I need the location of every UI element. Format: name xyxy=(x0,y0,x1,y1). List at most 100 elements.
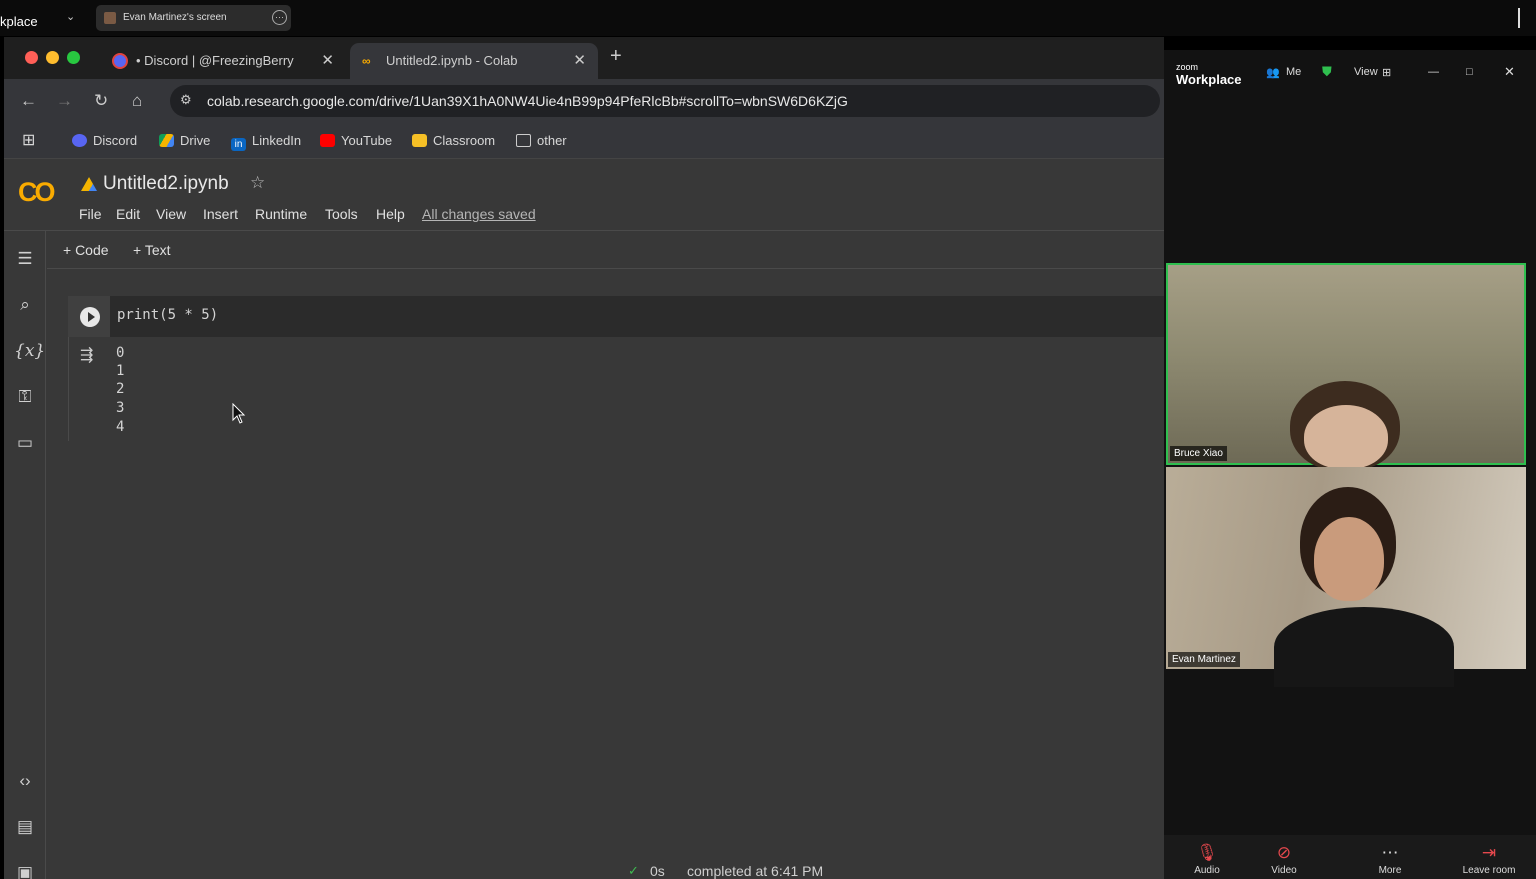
site-info-icon[interactable]: ⚙ xyxy=(180,92,192,108)
cell-toolbar: + Code + Text xyxy=(47,231,1164,269)
variables-icon[interactable]: {x} xyxy=(14,341,45,361)
close-window-button[interactable] xyxy=(25,51,38,64)
colab-header: CO Untitled2.ipynb ☆ File Edit View Inse… xyxy=(4,159,1164,231)
tab-discord[interactable]: • Discord | @FreezingBerry ✕ xyxy=(100,43,346,79)
star-icon[interactable]: ☆ xyxy=(250,173,265,193)
apps-grid-icon[interactable]: ⊞ xyxy=(22,130,35,150)
maximize-window-button[interactable] xyxy=(67,51,80,64)
video-tile-evan-martinez[interactable]: Evan Martinez xyxy=(1166,467,1526,687)
status-bar: ✓ 0s completed at 6:41 PM xyxy=(4,859,1164,879)
discord-icon xyxy=(72,134,87,147)
menu-help[interactable]: Help xyxy=(376,206,405,222)
menu-view[interactable]: View xyxy=(156,206,186,222)
files-folder-icon[interactable]: ▭ xyxy=(14,433,36,453)
colab-page: CO Untitled2.ipynb ☆ File Edit View Inse… xyxy=(4,159,1164,879)
back-icon[interactable]: ← xyxy=(20,91,37,111)
address-bar[interactable]: ⚙ colab.research.google.com/drive/1Uan39… xyxy=(170,85,1160,117)
share-label: Evan Martinez's screen xyxy=(123,12,227,23)
meeting-controls: 🎙 Audio ⊘ Video ⋯ More ⇥ Leave room xyxy=(1164,835,1536,879)
leave-icon: ⇥ xyxy=(1481,843,1497,862)
tab-colab[interactable]: ∞ Untitled2.ipynb - Colab ✕ xyxy=(350,43,598,79)
video-tile-bruce-xiao[interactable]: Bruce Xiao xyxy=(1166,263,1526,471)
discord-icon xyxy=(112,53,128,69)
grid-icon[interactable]: ⊞ xyxy=(1382,66,1391,79)
divider xyxy=(1518,8,1520,28)
folder-icon xyxy=(516,134,531,147)
audio-button[interactable]: 🎙 Audio xyxy=(1177,843,1237,876)
zoom-logo: zoom Workplace xyxy=(1176,62,1242,87)
cell-output xyxy=(68,337,1164,441)
execution-time: 0s xyxy=(650,863,665,879)
home-icon[interactable]: ⌂ xyxy=(132,91,142,111)
output-line: 3 xyxy=(116,400,125,416)
bookmark-linkedin[interactable]: in LinkedIn xyxy=(231,133,301,151)
participants-icon[interactable]: 👥 xyxy=(1266,66,1280,79)
mouse-cursor-icon xyxy=(232,403,246,424)
menu-file[interactable]: File xyxy=(79,206,102,222)
tab-label: Untitled2.ipynb - Colab xyxy=(386,53,518,68)
view-button[interactable]: View xyxy=(1354,66,1378,78)
tab-strip: • Discord | @FreezingBerry ✕ ∞ Untitled2… xyxy=(4,37,1164,79)
run-cell-button[interactable] xyxy=(80,307,100,327)
more-options-icon[interactable]: ··· xyxy=(272,10,287,25)
add-code-button[interactable]: + Code xyxy=(63,242,109,258)
zoom-meeting-panel: zoom Workplace 👥 Me ⛊ View ⊞ — □ ✕ Bruce… xyxy=(1164,50,1536,879)
colab-logo[interactable]: CO xyxy=(18,177,55,208)
output-line: 1 xyxy=(116,363,125,379)
output-actions-icon[interactable]: ⇶ xyxy=(80,345,93,365)
menu-insert[interactable]: Insert xyxy=(203,206,238,222)
close-tab-icon[interactable]: ✕ xyxy=(573,51,586,69)
zoom-app-title: kplace xyxy=(0,14,38,29)
bookmark-drive[interactable]: Drive xyxy=(159,133,210,148)
menu-tools[interactable]: Tools xyxy=(325,206,358,222)
new-tab-button[interactable]: + xyxy=(610,45,622,68)
table-of-contents-icon[interactable]: ☰ xyxy=(14,249,36,269)
add-text-button[interactable]: + Text xyxy=(133,242,171,258)
url-text: colab.research.google.com/drive/1Uan39X1… xyxy=(207,93,848,109)
code-editor[interactable]: print(5 * 5) xyxy=(117,307,218,323)
reload-icon[interactable]: ↻ xyxy=(94,91,108,111)
sharer-avatar xyxy=(104,12,116,24)
screen-share-pill[interactable]: Evan Martinez's screen ··· xyxy=(96,5,291,31)
bookmark-youtube[interactable]: YouTube xyxy=(320,133,392,148)
minimize-window-button[interactable] xyxy=(46,51,59,64)
me-label: Me xyxy=(1286,66,1302,78)
shield-icon[interactable]: ⛊ xyxy=(1322,64,1332,80)
more-button[interactable]: ⋯ More xyxy=(1360,843,1420,876)
completion-status: completed at 6:41 PM xyxy=(687,863,824,879)
output-line: 4 xyxy=(116,419,125,435)
forward-icon[interactable]: → xyxy=(56,91,73,111)
code-snippets-icon[interactable]: ‹› xyxy=(14,771,36,791)
bookmark-discord[interactable]: Discord xyxy=(72,133,137,148)
participant-video xyxy=(1274,607,1454,687)
video-off-icon: ⊘ xyxy=(1276,843,1292,862)
bookmark-folder-other[interactable]: other xyxy=(516,133,567,148)
secrets-key-icon[interactable]: ⚿ xyxy=(14,387,36,407)
close-tab-icon[interactable]: ✕ xyxy=(321,51,334,69)
code-cell[interactable] xyxy=(68,296,1164,337)
command-palette-icon[interactable]: ▤ xyxy=(14,817,36,837)
video-button[interactable]: ⊘ Video xyxy=(1254,843,1314,876)
participant-face xyxy=(1304,405,1388,469)
zoom-share-bar: kplace ⌄ Evan Martinez's screen ··· xyxy=(0,0,1536,36)
minimize-icon[interactable]: — xyxy=(1428,66,1439,78)
menu-runtime[interactable]: Runtime xyxy=(255,206,307,222)
save-status[interactable]: All changes saved xyxy=(422,206,536,222)
more-icon: ⋯ xyxy=(1381,843,1399,862)
chevron-down-icon[interactable]: ⌄ xyxy=(66,10,75,23)
bookmark-classroom[interactable]: Classroom xyxy=(412,133,495,148)
linkedin-icon: in xyxy=(231,138,246,151)
left-sidebar: ☰ ⌕ {x} ⚿ ▭ ‹› ▤ ▣ xyxy=(4,231,46,879)
check-icon: ✓ xyxy=(628,863,639,878)
tab-label: • Discord | @FreezingBerry xyxy=(136,53,294,68)
drive-icon xyxy=(81,177,97,191)
notebook-title[interactable]: Untitled2.ipynb xyxy=(103,173,229,195)
participant-name: Evan Martinez xyxy=(1168,652,1240,667)
close-icon[interactable]: ✕ xyxy=(1504,64,1515,80)
menu-edit[interactable]: Edit xyxy=(116,206,140,222)
search-icon[interactable]: ⌕ xyxy=(14,295,36,315)
browser-toolbar: ← → ↻ ⌂ ⚙ colab.research.google.com/driv… xyxy=(4,79,1164,123)
maximize-icon[interactable]: □ xyxy=(1466,66,1473,78)
leave-room-button[interactable]: ⇥ Leave room xyxy=(1459,843,1519,876)
drive-icon xyxy=(159,134,174,147)
